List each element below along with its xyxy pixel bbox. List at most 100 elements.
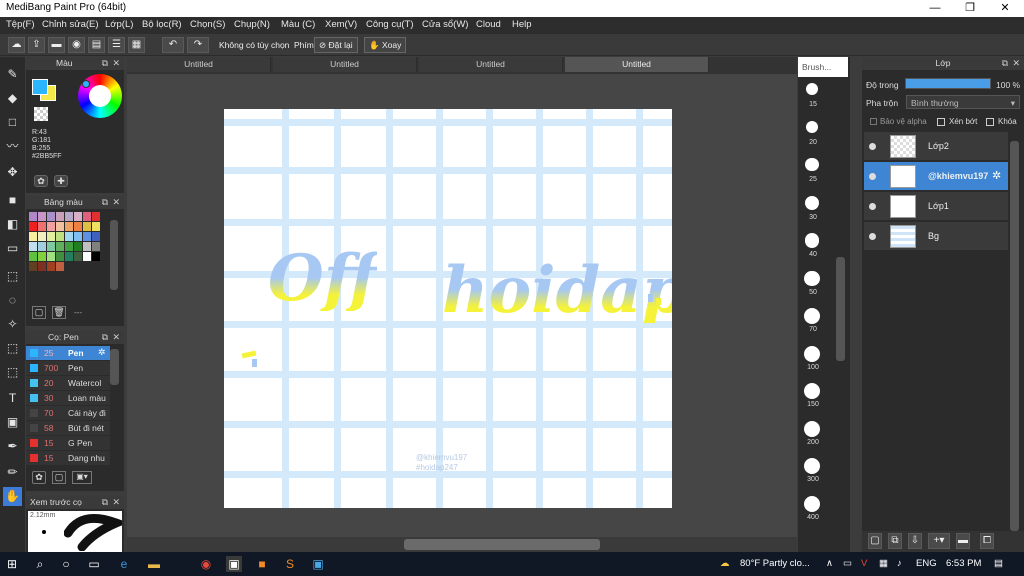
foreground-color-swatch[interactable] bbox=[32, 79, 48, 95]
horizontal-scrollbar[interactable] bbox=[404, 539, 600, 550]
menu-cloud[interactable]: Cloud bbox=[476, 19, 501, 30]
color-add-icon[interactable]: ✚ bbox=[54, 175, 68, 187]
brush-size-dot[interactable] bbox=[803, 383, 821, 400]
palette-swatch[interactable] bbox=[92, 222, 100, 231]
popout-icon[interactable]: ⧉ bbox=[102, 331, 108, 344]
eye-icon[interactable] bbox=[869, 203, 876, 210]
file-explorer-icon[interactable]: ▬ bbox=[146, 556, 162, 572]
minimize-button[interactable]: — bbox=[918, 0, 952, 17]
palette-swatch[interactable] bbox=[47, 212, 55, 221]
brush-size-dot[interactable] bbox=[803, 420, 821, 437]
palette-swatch[interactable] bbox=[83, 222, 91, 231]
new-palette-icon[interactable]: ▢ bbox=[32, 306, 46, 319]
palette-swatch[interactable] bbox=[29, 232, 37, 241]
palette-scrollbar[interactable] bbox=[110, 220, 118, 290]
chat-icon[interactable]: ▬ bbox=[48, 37, 65, 53]
search-icon[interactable]: ⌕ bbox=[32, 556, 48, 572]
brush-size-dot[interactable] bbox=[803, 308, 821, 325]
cortana-icon[interactable]: ○ bbox=[58, 556, 74, 572]
palette-swatch[interactable] bbox=[29, 222, 37, 231]
delete-palette-icon[interactable]: 🗑 bbox=[52, 306, 66, 319]
eyedropper-tool-icon[interactable]: ✒ bbox=[3, 437, 22, 456]
palette-swatch[interactable] bbox=[47, 222, 55, 231]
eye-icon[interactable] bbox=[869, 143, 876, 150]
grid-icon[interactable]: ▦ bbox=[128, 37, 145, 53]
canvas-tab-4[interactable]: Untitled bbox=[565, 57, 709, 72]
text-tool-icon[interactable]: T bbox=[3, 389, 22, 408]
palette-swatch[interactable] bbox=[74, 252, 82, 261]
palette-swatch[interactable] bbox=[65, 242, 73, 251]
color-history-icon[interactable]: ✿ bbox=[34, 175, 48, 187]
brush-size-dot[interactable] bbox=[806, 83, 818, 95]
menu-tools[interactable]: Công cụ(T) bbox=[366, 19, 414, 30]
palette-swatch[interactable] bbox=[38, 252, 46, 261]
palette-swatch[interactable] bbox=[56, 252, 64, 261]
palette-swatch[interactable] bbox=[65, 252, 73, 261]
close-button[interactable]: ✕ bbox=[988, 0, 1022, 17]
tray-app-icon[interactable]: ▭ bbox=[843, 558, 852, 569]
move-tool-icon[interactable]: ✥ bbox=[3, 163, 22, 182]
folder-icon[interactable]: ▬ bbox=[956, 533, 970, 549]
palette-swatch[interactable] bbox=[38, 212, 46, 221]
rotate-button[interactable]: ✋ Xoay bbox=[364, 37, 407, 53]
popout-icon[interactable]: ⧉ bbox=[102, 496, 108, 509]
weather-text[interactable]: 80°F Partly clo... bbox=[740, 558, 810, 569]
delete-layer-icon[interactable]: ⧠ bbox=[980, 533, 994, 549]
menu-help[interactable]: Help bbox=[512, 19, 532, 30]
brush-tool-icon[interactable]: ✎ bbox=[3, 65, 22, 84]
blend-mode-select[interactable]: Bình thường ▾ bbox=[906, 95, 1020, 109]
palette-swatch[interactable] bbox=[47, 242, 55, 251]
divide-tool-icon[interactable]: ▣ bbox=[3, 413, 22, 432]
menu-file[interactable]: Tệp(F) bbox=[6, 19, 35, 30]
maximize-button[interactable]: ❐ bbox=[953, 0, 987, 17]
eraser-tool-icon[interactable]: ◆ bbox=[3, 89, 22, 108]
add-layer-menu-icon[interactable]: +▾ bbox=[928, 533, 950, 549]
cloud-icon[interactable]: ☁ bbox=[8, 37, 25, 53]
merge-layer-icon[interactable]: ⇩ bbox=[908, 533, 922, 549]
canvas-tab-1[interactable]: Untitled bbox=[127, 57, 271, 72]
palette-swatch[interactable] bbox=[92, 252, 100, 261]
brush-size-dot[interactable] bbox=[804, 270, 820, 286]
volume-icon[interactable]: ♪ bbox=[897, 558, 902, 569]
palette-swatch[interactable] bbox=[56, 242, 64, 251]
network-icon[interactable]: ▦ bbox=[879, 558, 888, 569]
palette-swatch[interactable] bbox=[56, 212, 64, 221]
copy-layer-icon[interactable]: ⧉ bbox=[888, 533, 902, 549]
menu-edit[interactable]: Chỉnh sửa(E) bbox=[42, 19, 99, 30]
gear-icon[interactable]: ✲ bbox=[992, 169, 1001, 182]
dot-tool-icon[interactable]: □ bbox=[3, 113, 22, 132]
brush-size-dot[interactable] bbox=[803, 458, 821, 475]
brush-item[interactable]: 25 Pen ✲ bbox=[26, 346, 110, 360]
palette-swatch[interactable] bbox=[74, 222, 82, 231]
color-wheel[interactable] bbox=[78, 74, 122, 118]
palette-swatch[interactable] bbox=[29, 242, 37, 251]
tray-chevron-icon[interactable]: ∧ bbox=[826, 558, 833, 569]
add-brush-menu-icon[interactable]: ▣▾ bbox=[72, 471, 92, 484]
brush-size-dot[interactable] bbox=[804, 195, 820, 210]
palette-swatch[interactable] bbox=[74, 242, 82, 251]
tray-v-icon[interactable]: V bbox=[861, 558, 867, 569]
menu-view[interactable]: Xem(V) bbox=[325, 19, 357, 30]
brush-size-dot[interactable] bbox=[805, 120, 819, 134]
brush-size-dot[interactable] bbox=[803, 345, 821, 362]
close-icon[interactable]: ✕ bbox=[112, 496, 120, 509]
layer-scrollbar[interactable] bbox=[1010, 141, 1019, 531]
palette-swatch[interactable] bbox=[83, 242, 91, 251]
palette-swatch[interactable] bbox=[47, 252, 55, 261]
redo-icon[interactable]: ↷ bbox=[187, 37, 209, 53]
edge-icon[interactable]: e bbox=[116, 556, 132, 572]
palette-swatch[interactable] bbox=[74, 232, 82, 241]
palette-swatch[interactable] bbox=[56, 232, 64, 241]
app-icon-blue[interactable]: ▣ bbox=[310, 556, 326, 572]
eye-icon[interactable] bbox=[869, 173, 876, 180]
language-indicator[interactable]: ENG bbox=[916, 558, 937, 569]
new-layer-icon[interactable]: ▢ bbox=[868, 533, 882, 549]
fill-shape-tool-icon[interactable]: ■ bbox=[3, 191, 22, 210]
palette-swatch[interactable] bbox=[83, 212, 91, 221]
notification-icon[interactable]: ▤ bbox=[994, 558, 1003, 569]
menu-select[interactable]: Chọn(S) bbox=[190, 19, 225, 30]
new-brush-icon[interactable]: ▢ bbox=[52, 471, 66, 484]
undo-icon[interactable]: ↶ bbox=[162, 37, 184, 53]
palette-swatch[interactable] bbox=[56, 262, 64, 271]
pen-tool-icon[interactable]: ✏ bbox=[3, 463, 22, 482]
